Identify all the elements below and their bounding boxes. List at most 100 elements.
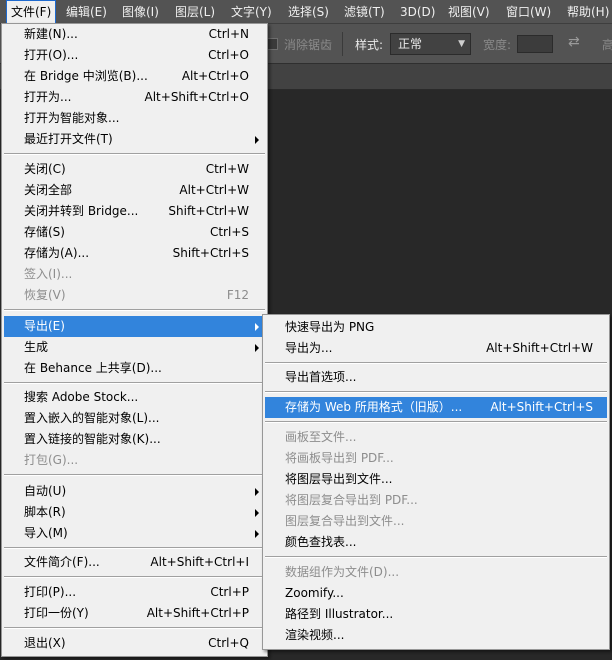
menu-item-export-preferences[interactable]: 导出首选项...	[265, 367, 607, 388]
menu-item-zoomify[interactable]: Zoomify...	[265, 583, 607, 604]
menubar-edit[interactable]: 编辑(E)	[62, 0, 111, 24]
menu-item-label: 打印(P)...	[24, 585, 77, 599]
menu-item-shortcut: Shift+Ctrl+S	[172, 246, 249, 260]
menubar-select[interactable]: 选择(S)	[284, 0, 333, 24]
menu-item-save[interactable]: 存储(S) Ctrl+S	[4, 222, 265, 243]
menu-item-close-and-go-to-bridge[interactable]: 关闭并转到 Bridge... Shift+Ctrl+W	[4, 201, 265, 222]
menu-item-label: 导出为...	[285, 341, 333, 355]
menu-item-browse-in-bridge[interactable]: 在 Bridge 中浏览(B)... Alt+Ctrl+O	[4, 66, 265, 87]
menubar-file[interactable]: 文件(F)	[6, 0, 57, 24]
menu-divider	[4, 153, 265, 155]
menu-item-label: 关闭(C)	[24, 162, 66, 176]
options-divider	[342, 32, 343, 56]
menu-item-shortcut: Alt+Shift+Ctrl+S	[490, 400, 593, 414]
menu-item-label: 快速导出为 PNG	[285, 320, 375, 334]
menu-item-label: 新建(N)...	[24, 27, 78, 41]
style-label: 样式:	[355, 38, 384, 52]
menu-item-place-linked[interactable]: 置入链接的智能对象(K)...	[4, 429, 265, 450]
menubar-window[interactable]: 窗口(W)	[502, 0, 555, 24]
menu-item-label: 打包(G)...	[24, 453, 79, 467]
menu-item-shortcut: Ctrl+W	[205, 162, 249, 176]
menu-item-label: 导出首选项...	[285, 370, 357, 384]
menu-item-open-as-smart-object[interactable]: 打开为智能对象...	[4, 108, 265, 129]
menu-item-export-as[interactable]: 导出为... Alt+Shift+Ctrl+W	[265, 338, 607, 359]
menu-item-shortcut: Ctrl+P	[210, 585, 249, 599]
menu-item-new[interactable]: 新建(N)... Ctrl+N	[4, 24, 265, 45]
menu-item-paths-to-illustrator[interactable]: 路径到 Illustrator...	[265, 604, 607, 625]
menu-item-file-info[interactable]: 文件简介(F)... Alt+Shift+Ctrl+I	[4, 552, 265, 573]
menu-item-label: 打开(O)...	[24, 48, 79, 62]
menu-item-open-as[interactable]: 打开为... Alt+Shift+Ctrl+O	[4, 87, 265, 108]
menu-item-layers-to-files[interactable]: 将图层导出到文件...	[265, 469, 607, 490]
menubar-filter[interactable]: 滤镜(T)	[340, 0, 389, 24]
menu-divider	[4, 547, 265, 549]
menu-item-package: 打包(G)...	[4, 450, 265, 471]
menu-item-search-adobe-stock[interactable]: 搜索 Adobe Stock...	[4, 387, 265, 408]
menu-item-quick-export-png[interactable]: 快速导出为 PNG	[265, 317, 607, 338]
menu-item-label: 打印一份(Y)	[24, 606, 89, 620]
menu-divider	[265, 362, 607, 364]
menu-item-import[interactable]: 导入(M)	[4, 523, 265, 544]
menu-item-label: 在 Bridge 中浏览(B)...	[24, 69, 148, 83]
menubar-view[interactable]: 视图(V)	[444, 0, 494, 24]
menu-item-open-recent[interactable]: 最近打开文件(T)	[4, 129, 265, 150]
submenu-arrow-icon	[255, 530, 259, 538]
swap-icon[interactable]: ⇄	[568, 34, 580, 50]
file-menu: 新建(N)... Ctrl+N 打开(O)... Ctrl+O 在 Bridge 中…	[1, 23, 268, 657]
menu-item-shortcut: Alt+Shift+Ctrl+O	[144, 90, 249, 104]
menu-item-render-video[interactable]: 渲染视频...	[265, 625, 607, 646]
menu-item-label: 在 Behance 上共享(D)...	[24, 361, 162, 375]
menu-item-shortcut: Ctrl+O	[208, 48, 249, 62]
menu-item-artboards-to-pdf: 将画板导出到 PDF...	[265, 448, 607, 469]
menu-item-place-embedded[interactable]: 置入嵌入的智能对象(L)...	[4, 408, 265, 429]
menu-item-shortcut: Alt+Shift+Ctrl+W	[486, 341, 593, 355]
menu-item-shortcut: Ctrl+N	[208, 27, 249, 41]
submenu-arrow-icon	[255, 136, 259, 144]
menubar-layer[interactable]: 图层(L)	[171, 0, 219, 24]
menubar-3d[interactable]: 3D(D)	[396, 0, 439, 24]
menu-item-scripts[interactable]: 脚本(R)	[4, 502, 265, 523]
menu-item-save-for-web-legacy[interactable]: 存储为 Web 所用格式（旧版）... Alt+Shift+Ctrl+S	[265, 397, 607, 418]
menu-item-label: 生成	[24, 340, 49, 354]
submenu-arrow-icon	[255, 344, 259, 352]
width-input[interactable]	[517, 35, 553, 53]
menu-item-color-lookup-tables[interactable]: 颜色查找表...	[265, 532, 607, 553]
menu-divider	[265, 421, 607, 423]
menu-item-label: 脚本(R)	[24, 505, 66, 519]
menu-item-label: 打开为...	[24, 90, 72, 104]
submenu-arrow-icon	[255, 509, 259, 517]
height-label: 高	[602, 38, 612, 52]
menu-item-label: 导出(E)	[24, 319, 65, 333]
menubar-type[interactable]: 文字(Y)	[227, 0, 276, 24]
menu-item-label: 恢复(V)	[24, 288, 66, 302]
menu-divider	[4, 576, 265, 578]
menu-item-label: 存储为(A)...	[24, 246, 90, 260]
chevron-down-icon: ▼	[458, 39, 465, 49]
menubar-help[interactable]: 帮助(H)	[563, 0, 612, 24]
menu-item-exit[interactable]: 退出(X) Ctrl+Q	[4, 633, 265, 654]
menu-item-label: 存储(S)	[24, 225, 65, 239]
style-select[interactable]: 正常 ▼	[390, 33, 471, 55]
menu-item-share-on-behance[interactable]: 在 Behance 上共享(D)...	[4, 358, 265, 379]
menu-item-label: 签入(I)...	[24, 267, 73, 281]
menu-item-check-in: 签入(I)...	[4, 264, 265, 285]
menu-divider	[4, 309, 265, 311]
menu-item-export[interactable]: 导出(E)	[4, 316, 265, 337]
menubar-image[interactable]: 图像(I)	[118, 0, 163, 24]
menu-item-save-as[interactable]: 存储为(A)... Shift+Ctrl+S	[4, 243, 265, 264]
menu-item-generate[interactable]: 生成	[4, 337, 265, 358]
menu-item-close[interactable]: 关闭(C) Ctrl+W	[4, 159, 265, 180]
menu-divider	[4, 382, 265, 384]
menu-item-label: 图层复合导出到文件...	[285, 514, 405, 528]
menu-item-automate[interactable]: 自动(U)	[4, 481, 265, 502]
menu-item-close-all[interactable]: 关闭全部 Alt+Ctrl+W	[4, 180, 265, 201]
menu-item-shortcut: F12	[226, 288, 249, 302]
menu-item-label: 搜索 Adobe Stock...	[24, 390, 139, 404]
menu-item-label: 导入(M)	[24, 526, 68, 540]
menu-item-label: 最近打开文件(T)	[24, 132, 113, 146]
menu-item-open[interactable]: 打开(O)... Ctrl+O	[4, 45, 265, 66]
menu-item-label: 将图层导出到文件...	[285, 472, 393, 486]
menu-item-print-one-copy[interactable]: 打印一份(Y) Alt+Shift+Ctrl+P	[4, 603, 265, 624]
menu-item-print[interactable]: 打印(P)... Ctrl+P	[4, 582, 265, 603]
menu-divider	[4, 474, 265, 476]
